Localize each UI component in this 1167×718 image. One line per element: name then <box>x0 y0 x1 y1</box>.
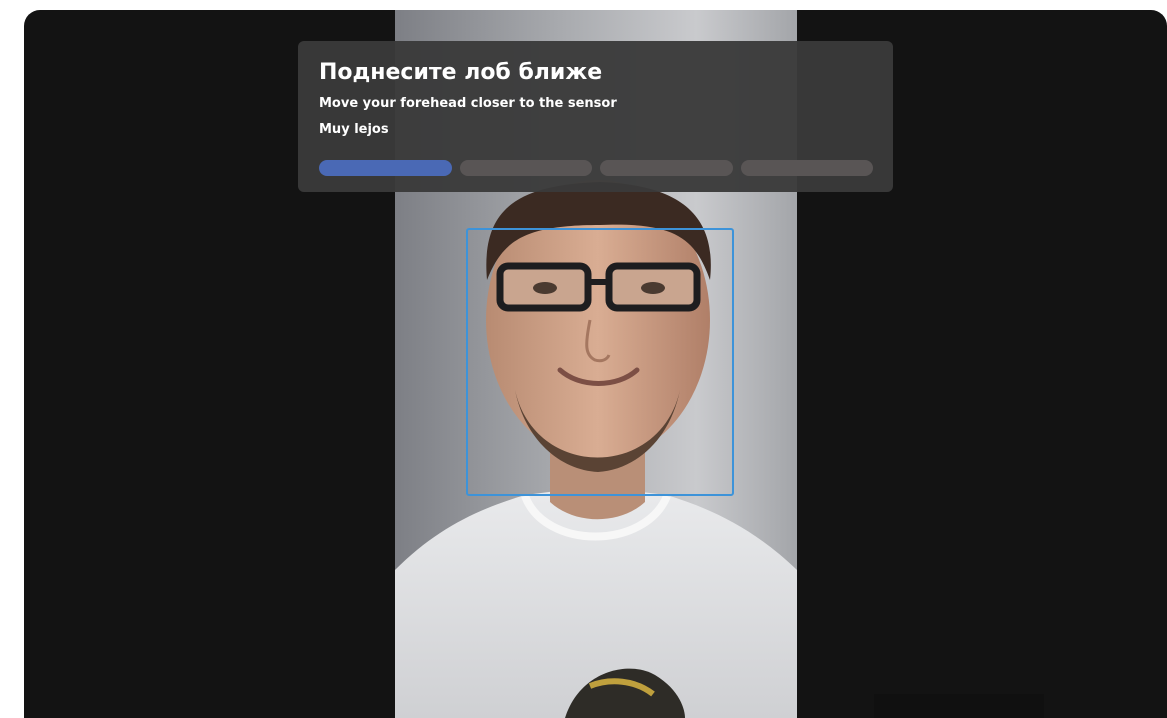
corner-overlay <box>874 694 1044 718</box>
progress-bar <box>319 160 873 176</box>
face-detection-box <box>466 228 734 496</box>
verification-window: Поднесите лоб ближе Move your forehead c… <box>24 10 1167 718</box>
progress-segment <box>740 160 873 176</box>
prompt-subtitle: Move your forehead closer to the sensor <box>319 96 617 111</box>
prompt-status: Muy lejos <box>319 122 389 137</box>
progress-segment <box>319 160 452 176</box>
progress-segment <box>459 160 592 176</box>
prompt-title: Поднесите лоб ближе <box>319 60 603 85</box>
feedback-panel: Поднесите лоб ближе Move your forehead c… <box>298 41 893 192</box>
progress-segment <box>600 160 733 176</box>
